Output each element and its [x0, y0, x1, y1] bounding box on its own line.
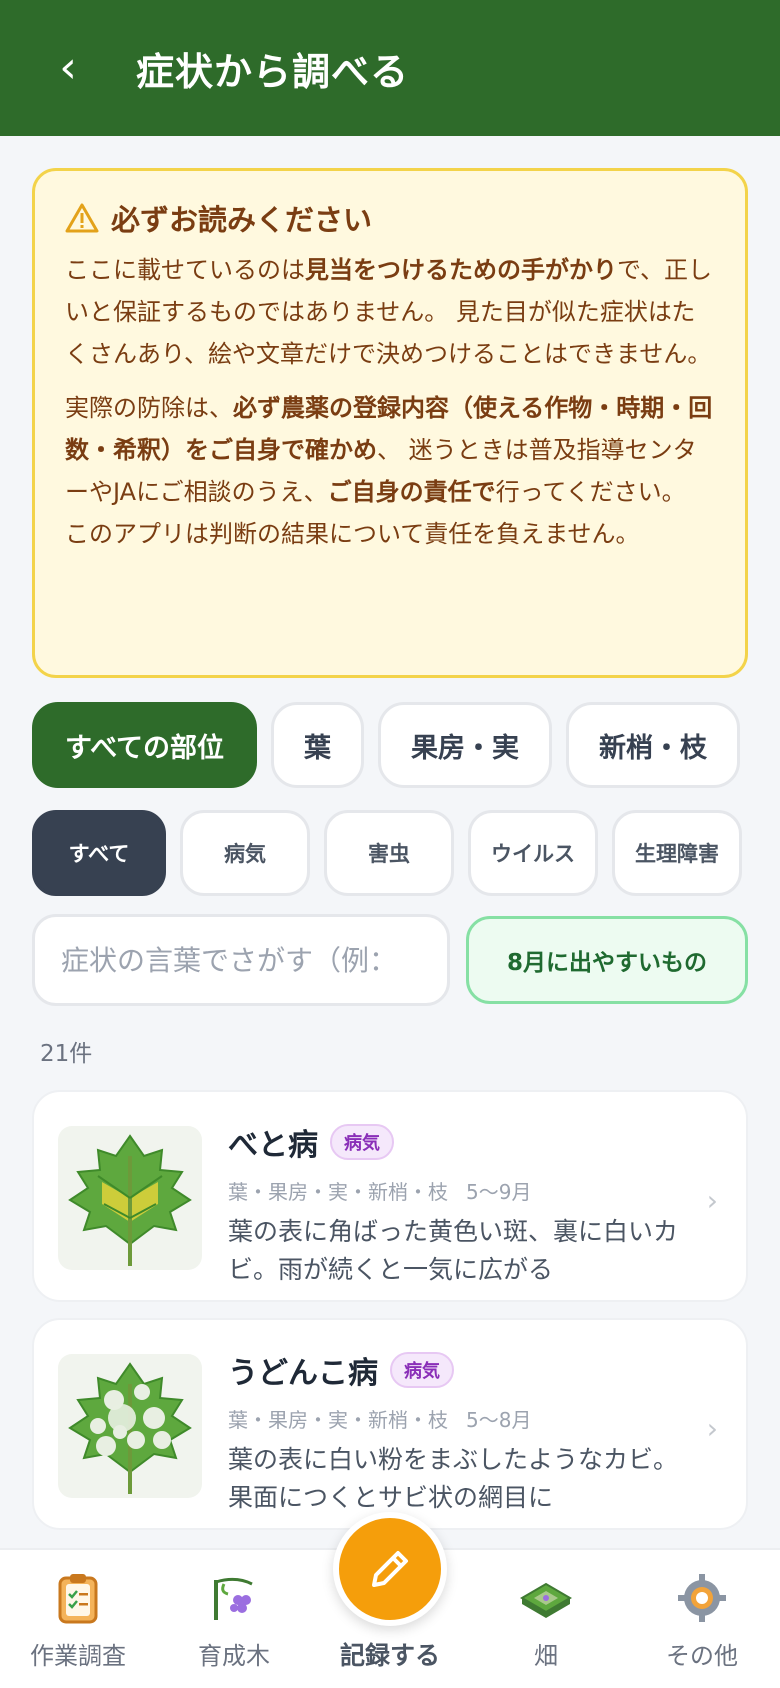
- result-description: 葉の表に角ばった黄色い斑、裏に白いカビ。雨が続くと一気に広がる: [228, 1217, 679, 1284]
- powdery-mildew-leaf-image: [58, 1354, 202, 1498]
- nav-item-trees[interactable]: 育成木: [156, 1550, 312, 1688]
- chevron-right-icon: ›: [706, 1184, 718, 1217]
- result-card-body: べと病 病気 葉・果房・実・新梢・枝 5〜9月 葉の表に角ばった黄色い斑、裏に白い…: [228, 1120, 688, 1289]
- result-count: 21件: [40, 1041, 93, 1067]
- notice-paragraph-1: ここに載せているのは見当をつけるための手がかりで、正しいと保証するものではありま…: [65, 256, 713, 368]
- page-title: 症状から調べる: [136, 49, 410, 94]
- nav-item-survey[interactable]: 作業調査: [0, 1550, 156, 1688]
- vine-icon: [214, 1577, 253, 1620]
- record-button-label[interactable]: 記録する: [310, 1636, 470, 1672]
- part-filter-row: すべての部位 葉 果房・実 新梢・枝: [32, 702, 748, 788]
- part-filter-leaf[interactable]: 葉: [271, 702, 365, 788]
- nav-item-field[interactable]: 畑: [468, 1550, 624, 1688]
- category-badge: 病気: [330, 1124, 394, 1160]
- category-filter-pest[interactable]: 害虫: [324, 810, 454, 896]
- nav-label: 作業調査: [30, 1642, 126, 1670]
- category-filter-all[interactable]: すべて: [32, 810, 166, 896]
- category-filter-physiological[interactable]: 生理障害: [612, 810, 742, 896]
- category-filter-row: すべて 病気 害虫 ウイルス 生理障害: [32, 810, 742, 896]
- notice-paragraph-2: 実際の防除は、必ず農薬の登録内容（使える作物・時期・回数・希釈）をご自身で確かめ…: [65, 394, 713, 548]
- category-filter-disease[interactable]: 病気: [180, 810, 310, 896]
- part-filter-shoot[interactable]: 新梢・枝: [566, 702, 741, 788]
- nav-label: 育成木: [198, 1642, 270, 1670]
- symptom-search-input[interactable]: [32, 914, 450, 1006]
- chevron-left-icon: ‹: [59, 42, 77, 93]
- result-meta: 葉・果房・実・新梢・枝 5〜9月: [228, 1180, 532, 1204]
- field-icon: [520, 1582, 572, 1618]
- nav-label: その他: [666, 1642, 738, 1670]
- clipboard-icon: [58, 1574, 98, 1624]
- result-card[interactable]: べと病 病気 葉・果房・実・新梢・枝 5〜9月 葉の表に角ばった黄色い斑、裏に白い…: [32, 1090, 748, 1302]
- part-filter-fruit[interactable]: 果房・実: [378, 702, 553, 788]
- gear-icon: [678, 1574, 726, 1622]
- chevron-right-icon: ›: [706, 1412, 718, 1445]
- result-title: べと病: [228, 1128, 318, 1163]
- result-description: 葉の表に白い粉をまぶしたようなカビ。果面につくとサビ状の網目に: [228, 1445, 679, 1512]
- result-title: うどんこ病: [228, 1356, 378, 1391]
- downy-mildew-leaf-image: [58, 1126, 202, 1270]
- back-button[interactable]: ‹: [38, 38, 98, 98]
- record-button[interactable]: [333, 1512, 447, 1626]
- result-meta: 葉・果房・実・新梢・枝 5〜8月: [228, 1408, 532, 1432]
- nav-label: 畑: [534, 1642, 558, 1670]
- notice-title: 必ずお読みください: [111, 203, 373, 237]
- result-card[interactable]: うどんこ病 病気 葉・果房・実・新梢・枝 5〜8月 葉の表に白い粉をまぶしたような…: [32, 1318, 748, 1530]
- nav-item-other[interactable]: その他: [624, 1550, 780, 1688]
- notice-title-row: 必ずお読みください: [65, 197, 715, 239]
- category-filter-virus[interactable]: ウイルス: [468, 810, 598, 896]
- warning-icon: [65, 203, 99, 233]
- category-badge: 病気: [390, 1352, 454, 1388]
- app-header: ‹ 症状から調べる: [0, 0, 780, 136]
- disclaimer-notice: 必ずお読みください ここに載せているのは見当をつけるための手がかりで、正しいと保…: [32, 168, 748, 678]
- season-filter-button[interactable]: 8月に出やすいもの: [466, 916, 748, 1004]
- part-filter-all[interactable]: すべての部位: [32, 702, 258, 788]
- result-card-body: うどんこ病 病気 葉・果房・実・新梢・枝 5〜8月 葉の表に白い粉をまぶしたような…: [228, 1348, 688, 1517]
- pencil-icon: [372, 1551, 408, 1587]
